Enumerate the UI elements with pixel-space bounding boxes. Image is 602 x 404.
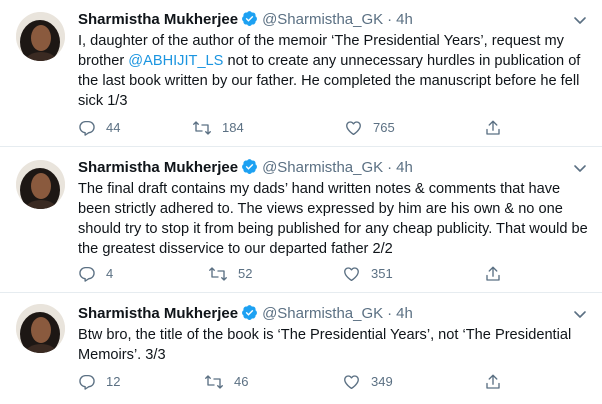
share-button[interactable] xyxy=(484,264,512,284)
separator-dot: · xyxy=(387,11,393,28)
timestamp[interactable]: 4h xyxy=(396,159,413,176)
verified-badge-icon xyxy=(241,304,258,327)
share-button[interactable] xyxy=(484,118,512,138)
heart-icon xyxy=(346,121,361,136)
retweet-button[interactable]: 46 xyxy=(204,372,248,392)
author-handle[interactable]: @Sharmistha_GK xyxy=(262,305,383,322)
retweet-count: 46 xyxy=(234,374,249,389)
share-icon xyxy=(486,120,500,135)
reply-icon xyxy=(79,120,95,136)
retweet-button[interactable]: 184 xyxy=(192,118,244,138)
like-count: 765 xyxy=(373,120,395,135)
tweet-text: The final draft contains my dads’ hand w… xyxy=(78,181,588,257)
reply-count: 12 xyxy=(106,374,121,389)
timestamp[interactable]: 4h xyxy=(396,11,413,28)
share-icon xyxy=(486,374,500,389)
like-button[interactable]: 765 xyxy=(344,118,395,138)
author-handle[interactable]: @Sharmistha_GK xyxy=(262,11,383,28)
tweet-separator xyxy=(0,146,602,147)
heart-icon xyxy=(344,375,359,390)
retweet-icon xyxy=(205,375,223,389)
like-count: 349 xyxy=(371,374,393,389)
reply-icon xyxy=(79,374,95,390)
reply-count: 44 xyxy=(106,120,121,135)
tweet-actions: 44 184 765 xyxy=(70,118,530,138)
like-button[interactable]: 349 xyxy=(342,372,393,392)
reply-button[interactable]: 12 xyxy=(78,372,120,392)
separator-dot: · xyxy=(387,305,393,322)
author-name[interactable]: Sharmistha Mukherjee xyxy=(78,11,238,28)
reply-count: 4 xyxy=(106,266,114,281)
verified-badge-icon xyxy=(241,10,258,33)
chevron-down-icon[interactable] xyxy=(572,306,588,327)
reply-button[interactable]: 4 xyxy=(78,264,113,284)
tweet-actions: 12 46 349 xyxy=(70,372,530,392)
retweet-icon xyxy=(193,121,211,135)
verified-badge-icon xyxy=(241,158,258,181)
like-count: 351 xyxy=(371,266,393,281)
author-handle[interactable]: @Sharmistha_GK xyxy=(262,159,383,176)
retweet-count: 184 xyxy=(222,120,244,135)
reply-icon xyxy=(79,266,95,282)
avatar[interactable] xyxy=(16,304,65,353)
share-button[interactable] xyxy=(484,372,512,392)
like-button[interactable]: 351 xyxy=(342,264,393,284)
retweet-count: 52 xyxy=(238,266,253,281)
reply-button[interactable]: 44 xyxy=(78,118,120,138)
tweet-1[interactable]: Sharmistha Mukherjee @Sharmistha_GK · 4h I,… xyxy=(0,10,602,144)
timestamp[interactable]: 4h xyxy=(396,305,413,322)
retweet-icon xyxy=(209,267,227,281)
tweet-2[interactable]: Sharmistha Mukherjee @Sharmistha_GK · 4h Th… xyxy=(0,158,602,290)
mention-link[interactable]: @ABHIJIT_LS xyxy=(128,53,223,69)
avatar[interactable] xyxy=(16,160,65,209)
avatar[interactable] xyxy=(16,12,65,61)
tweet-3[interactable]: Sharmistha Mukherjee @Sharmistha_GK · 4h Bt… xyxy=(0,304,602,400)
tweet-text: I, daughter of the author of the memoir … xyxy=(78,31,590,111)
share-icon xyxy=(486,266,500,281)
chevron-down-icon[interactable] xyxy=(572,160,588,181)
tweet-actions: 4 52 351 xyxy=(70,264,530,284)
chevron-down-icon[interactable] xyxy=(572,12,588,33)
heart-icon xyxy=(344,267,359,282)
separator-dot: · xyxy=(387,159,393,176)
author-name[interactable]: Sharmistha Mukherjee xyxy=(78,159,238,176)
retweet-button[interactable]: 52 xyxy=(208,264,252,284)
author-name[interactable]: Sharmistha Mukherjee xyxy=(78,305,238,322)
tweet-separator xyxy=(0,292,602,293)
tweet-text: Btw bro, the title of the book is ‘The P… xyxy=(78,327,572,363)
